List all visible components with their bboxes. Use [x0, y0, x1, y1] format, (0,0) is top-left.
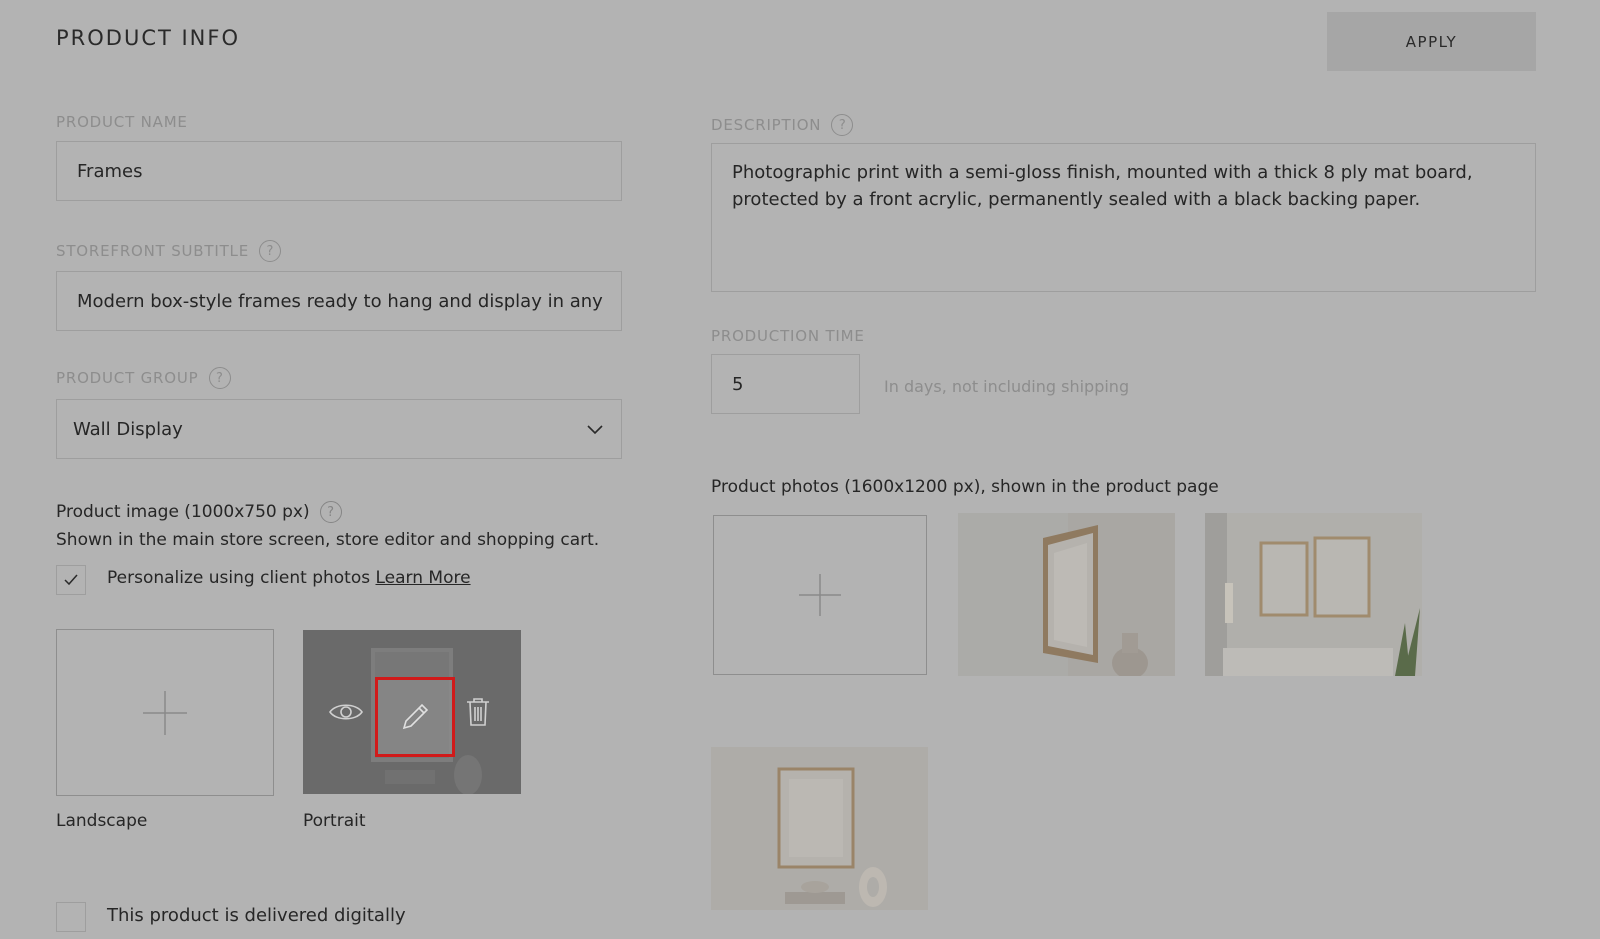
storefront-subtitle-label: STOREFRONT SUBTITLE ? [56, 240, 281, 262]
production-time-label: PRODUCTION TIME [711, 327, 865, 345]
digital-delivery-checkbox[interactable] [56, 902, 86, 932]
learn-more-link[interactable]: Learn More [376, 568, 471, 588]
apply-button[interactable]: APPLY [1327, 12, 1536, 71]
eye-icon[interactable] [328, 694, 364, 730]
description-textarea[interactable]: Photographic print with a semi-gloss fin… [711, 143, 1536, 292]
check-icon [64, 574, 78, 586]
help-icon[interactable]: ? [319, 501, 342, 523]
help-icon[interactable]: ? [258, 240, 281, 262]
product-photo-1[interactable] [958, 513, 1175, 676]
product-photo-3[interactable] [711, 747, 928, 910]
digital-delivery-label: This product is delivered digitally [107, 905, 406, 926]
storefront-subtitle-input[interactable]: Modern box-style frames ready to hang an… [56, 271, 622, 331]
product-image-title: Product image (1000x750 px) ? [56, 501, 342, 523]
production-time-input[interactable]: 5 [711, 354, 860, 414]
help-icon[interactable]: ? [831, 114, 854, 136]
product-photo-2[interactable] [1205, 513, 1422, 676]
plus-icon [799, 574, 841, 616]
product-name-input[interactable]: Frames [56, 141, 622, 201]
product-name-label: PRODUCT NAME [56, 113, 188, 131]
help-icon[interactable]: ? [208, 367, 231, 389]
page-title: PRODUCT INFO [56, 26, 241, 50]
production-time-hint: In days, not including shipping [884, 377, 1130, 396]
personalize-label: Personalize using client photos Learn Mo… [107, 568, 471, 588]
portrait-image-tile[interactable] [303, 630, 521, 794]
personalize-checkbox[interactable] [56, 565, 86, 595]
product-group-label: PRODUCT GROUP ? [56, 367, 231, 389]
portrait-label: Portrait [303, 811, 366, 831]
product-photos-title: Product photos (1600x1200 px), shown in … [711, 477, 1219, 497]
chevron-down-icon [587, 425, 603, 435]
plus-icon [143, 690, 187, 735]
product-group-select[interactable]: Wall Display [56, 399, 622, 459]
edit-image-button[interactable] [375, 677, 455, 757]
landscape-label: Landscape [56, 811, 148, 831]
trash-icon[interactable] [460, 694, 496, 730]
landscape-add-tile[interactable] [56, 629, 274, 796]
product-image-subtitle: Shown in the main store screen, store ed… [56, 530, 600, 550]
pencil-icon [402, 703, 429, 730]
description-label: DESCRIPTION ? [711, 114, 854, 136]
add-photo-tile[interactable] [713, 515, 927, 675]
